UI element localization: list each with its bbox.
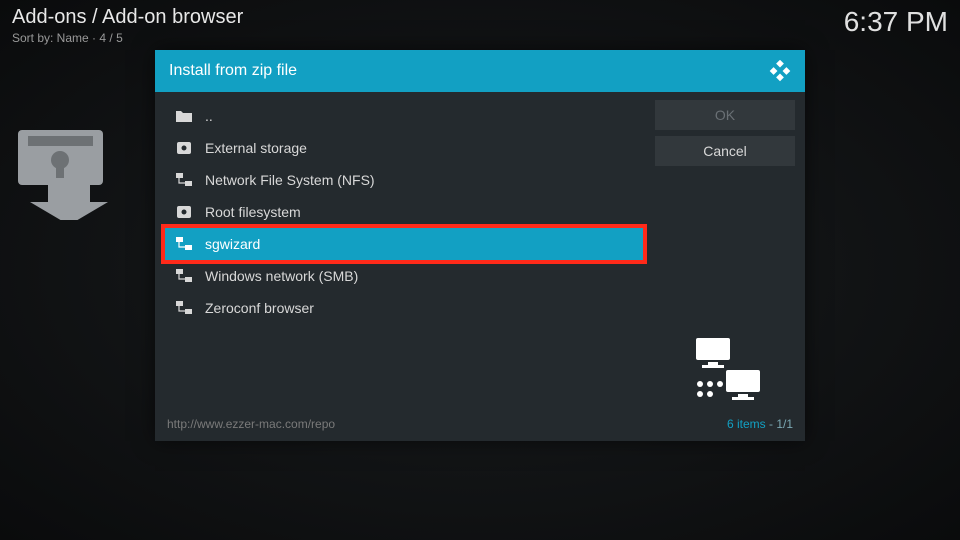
file-item-zeroconf-browser[interactable]: Zeroconf browser [165, 292, 643, 324]
file-item-sgwizard[interactable]: sgwizard [165, 228, 643, 260]
sort-line: Sort by: Name · 4 / 5 [12, 31, 243, 45]
sort-label: Sort by: Name [12, 31, 89, 45]
list-position: 4 / 5 [99, 31, 122, 45]
network-icon [175, 300, 193, 316]
page-indicator: 1/1 [776, 417, 793, 431]
file-item--[interactable]: .. [165, 100, 643, 132]
footer-path: http://www.ezzer-mac.com/repo [167, 417, 335, 431]
clock: 6:37 PM [844, 6, 948, 38]
network-icon [175, 172, 193, 188]
breadcrumb: Add-ons / Add-on browser [12, 6, 243, 29]
dialog-title-text: Install from zip file [169, 62, 297, 80]
kodi-logo-icon [769, 60, 791, 82]
footer-count: 6 items - 1/1 [727, 417, 793, 431]
file-item-label: Network File System (NFS) [205, 172, 375, 188]
file-item-network-file-system-nfs-[interactable]: Network File System (NFS) [165, 164, 643, 196]
file-list: .. External storage Network File System (N… [165, 100, 643, 407]
zip-file-icon [18, 130, 128, 220]
file-item-label: Windows network (SMB) [205, 268, 358, 284]
file-item-windows-network-smb-[interactable]: Windows network (SMB) [165, 260, 643, 292]
cancel-button[interactable]: Cancel [655, 136, 795, 166]
network-preview-icon [678, 332, 773, 407]
ok-button[interactable]: OK [655, 100, 795, 130]
install-zip-dialog: Install from zip file .. External storage… [155, 50, 805, 441]
disk-icon [175, 204, 193, 220]
file-item-label: Root filesystem [205, 204, 301, 220]
disk-icon [175, 140, 193, 156]
dialog-titlebar: Install from zip file [155, 50, 805, 92]
item-count: 6 items [727, 417, 766, 431]
folder-up-icon [175, 108, 193, 124]
file-item-label: Zeroconf browser [205, 300, 314, 316]
highlight-annotation: sgwizard [161, 224, 647, 264]
file-item-label: .. [205, 108, 213, 124]
file-item-label: sgwizard [205, 236, 260, 252]
file-item-label: External storage [205, 140, 307, 156]
file-item-external-storage[interactable]: External storage [165, 132, 643, 164]
network-icon [175, 268, 193, 284]
network-icon [175, 236, 193, 252]
